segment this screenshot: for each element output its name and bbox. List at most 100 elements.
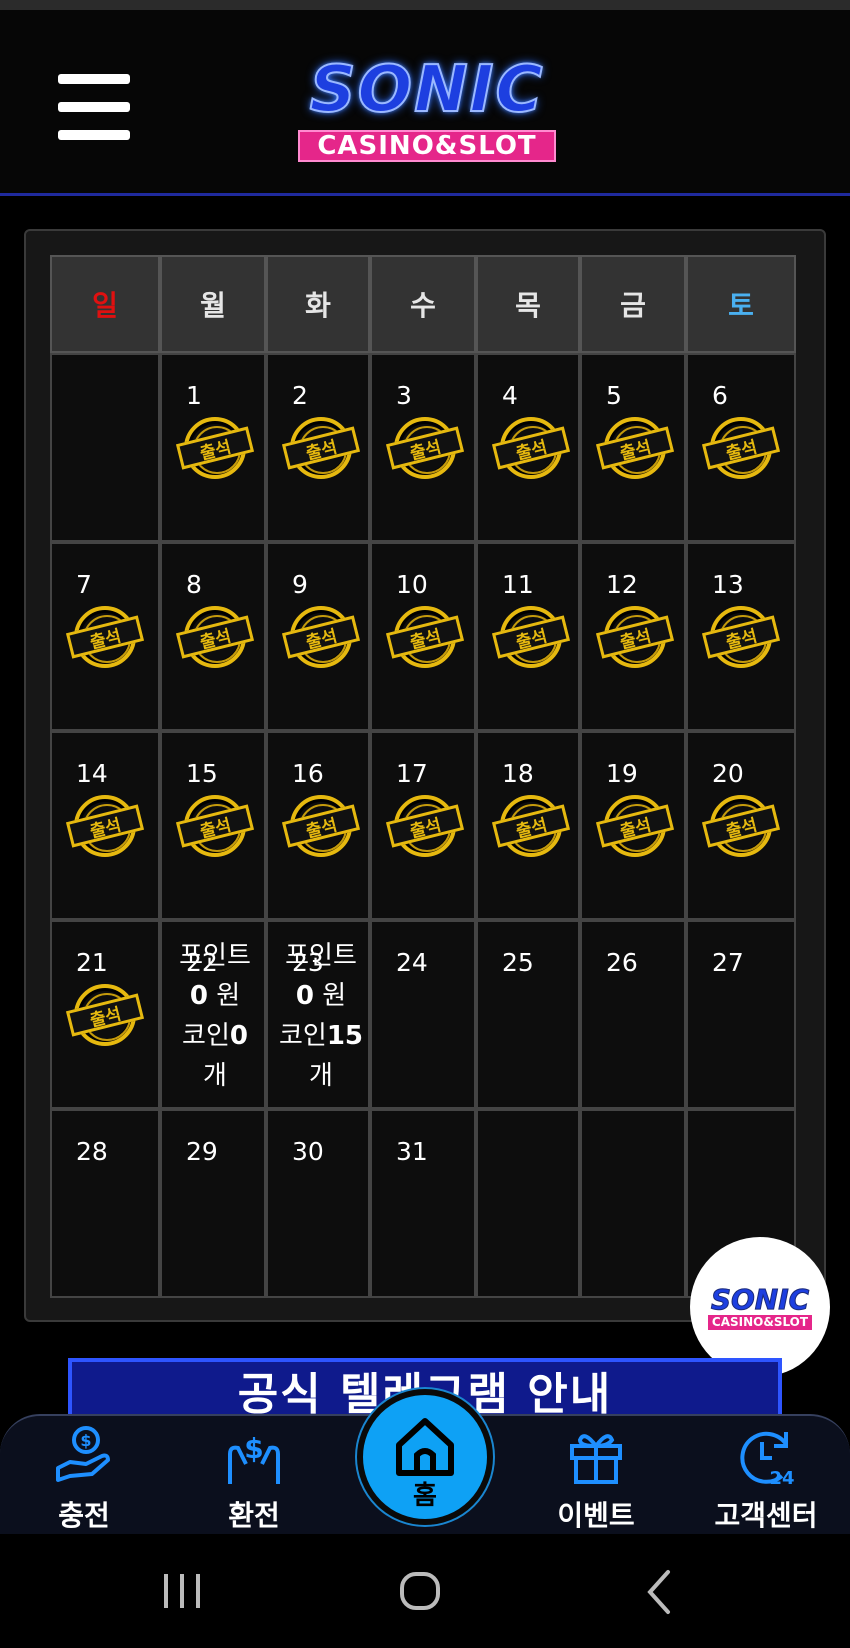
day-number: 19 (606, 759, 638, 788)
attendance-stamp-icon: 출석 (491, 606, 571, 668)
nav-deposit[interactable]: $ 충전 (14, 1416, 154, 1536)
weekday-header-row: 일월화수목금토 (50, 255, 800, 353)
attendance-stamp-icon: 출석 (595, 417, 675, 479)
points-unit: 원 (216, 981, 241, 1011)
attendance-stamp-icon: 출석 (595, 795, 675, 857)
calendar-day-1[interactable]: 1 출석 (160, 353, 266, 542)
nav-label: 이벤트 (557, 1499, 635, 1532)
calendar-day-19[interactable]: 19 출석 (580, 731, 686, 920)
calendar-day-4[interactable]: 4 출석 (476, 353, 580, 542)
calendar-day-16[interactable]: 16 출석 (266, 731, 370, 920)
points-value: 0 원 (170, 976, 260, 1016)
calendar-day-29[interactable]: 29 (160, 1109, 266, 1298)
day-number: 31 (396, 1137, 428, 1166)
calendar-day-9[interactable]: 9 출석 (266, 542, 370, 731)
calendar-day-14[interactable]: 14 출석 (50, 731, 160, 920)
points-unit: 원 (322, 981, 347, 1011)
calendar-week-row: 7 출석 8 출석 9 출석 10 출석 11 출석 12 출석 13 출석 (50, 542, 800, 731)
calendar-day-7[interactable]: 7 출석 (50, 542, 160, 731)
day-number: 5 (606, 381, 622, 410)
day-number: 20 (712, 759, 744, 788)
system-navigation-bar (0, 1534, 850, 1648)
calendar-day-22[interactable]: 포인트 0 원 코인0 개 22 (160, 920, 266, 1109)
calendar-day-21[interactable]: 21 출석 (50, 920, 160, 1109)
day-number: 29 (186, 1137, 218, 1166)
calendar-day-6[interactable]: 6 출석 (686, 353, 796, 542)
day-number: 17 (396, 759, 428, 788)
recent-apps-icon[interactable] (160, 1564, 206, 1620)
calendar-day-23[interactable]: 포인트 0 원 코인15 개 23 (266, 920, 370, 1109)
svg-text:$: $ (244, 1432, 263, 1465)
calendar-day-8[interactable]: 8 출석 (160, 542, 266, 731)
calendar-day-13[interactable]: 13 출석 (686, 542, 796, 731)
calendar-day-5[interactable]: 5 출석 (580, 353, 686, 542)
attendance-calendar: 일월화수목금토 1 출석 2 출석 3 출석 4 출석 5 출석 6 출석 7 출석 8 출석 9 출석 10 출석 1… (50, 255, 800, 1298)
calendar-day-12[interactable]: 12 출석 (580, 542, 686, 731)
calendar-day-11[interactable]: 11 출석 (476, 542, 580, 731)
coins-amount: 0 (229, 1021, 248, 1051)
day-number: 30 (292, 1137, 324, 1166)
attendance-stamp-icon: 출석 (65, 606, 145, 668)
deposit-hand-icon: $ (56, 1426, 110, 1482)
day-number: 6 (712, 381, 728, 410)
logo-subtitle: CASINO&SLOT (298, 130, 556, 162)
calendar-day-empty (50, 353, 160, 542)
attendance-stamp-icon: 출석 (491, 795, 571, 857)
attendance-stamp-icon: 출석 (175, 417, 255, 479)
calendar-day-24[interactable]: 24 (370, 920, 476, 1109)
points-amount: 0 (295, 981, 314, 1011)
attendance-stamp-icon: 출석 (281, 795, 361, 857)
calendar-week-row: 28 29 30 31 (50, 1109, 800, 1298)
nav-exchange[interactable]: $ 환전 (184, 1416, 324, 1536)
day-number: 15 (186, 759, 218, 788)
floating-logo-button[interactable]: SONIC CASINO&SLOT (690, 1237, 830, 1377)
back-icon[interactable] (640, 1564, 680, 1620)
site-logo[interactable]: SONIC CASINO&SLOT (272, 50, 582, 170)
calendar-day-10[interactable]: 10 출석 (370, 542, 476, 731)
calendar-day-26[interactable]: 26 (580, 920, 686, 1109)
calendar-day-2[interactable]: 2 출석 (266, 353, 370, 542)
floating-logo-subtitle: CASINO&SLOT (707, 1314, 813, 1330)
calendar-day-27[interactable]: 27 (686, 920, 796, 1109)
hamburger-menu-icon[interactable] (58, 74, 130, 140)
day-number: 27 (712, 948, 744, 977)
day-number: 2 (292, 381, 308, 410)
attendance-stamp-icon: 출석 (701, 606, 781, 668)
gift-icon (570, 1434, 622, 1484)
calendar-day-18[interactable]: 18 출석 (476, 731, 580, 920)
calendar-day-28[interactable]: 28 (50, 1109, 160, 1298)
nav-support[interactable]: 24 고객센터 (696, 1416, 836, 1536)
calendar-day-30[interactable]: 30 (266, 1109, 370, 1298)
attendance-stamp-icon: 출석 (595, 606, 675, 668)
day-number: 8 (186, 570, 202, 599)
attendance-stamp-icon: 출석 (65, 984, 145, 1046)
status-bar-strip (0, 0, 850, 10)
coins-value: 코인0 (170, 1016, 260, 1056)
calendar-day-3[interactable]: 3 출석 (370, 353, 476, 542)
attendance-stamp-icon: 출석 (701, 417, 781, 479)
day-number: 13 (712, 570, 744, 599)
day-number: 18 (502, 759, 534, 788)
calendar-day-20[interactable]: 20 출석 (686, 731, 796, 920)
calendar-day-15[interactable]: 15 출석 (160, 731, 266, 920)
nav-home[interactable]: 홈 (357, 1389, 493, 1525)
weekday-header: 월 (160, 255, 266, 353)
nav-event[interactable]: 이벤트 (526, 1416, 666, 1536)
floating-logo-title: SONIC (710, 1282, 810, 1316)
attendance-stamp-icon: 출석 (385, 795, 465, 857)
weekday-header: 일 (50, 255, 160, 353)
home-system-icon[interactable] (396, 1564, 446, 1620)
calendar-day-31[interactable]: 31 (370, 1109, 476, 1298)
header: SONIC CASINO&SLOT (0, 10, 850, 196)
calendar-week-row: 1 출석 2 출석 3 출석 4 출석 5 출석 6 출석 (50, 353, 800, 542)
calendar-week-row: 14 출석 15 출석 16 출석 17 출석 18 출석 19 출석 20 출석 (50, 731, 800, 920)
calendar-day-empty (476, 1109, 580, 1298)
attendance-stamp-icon: 출석 (175, 795, 255, 857)
attendance-stamp-icon: 출석 (175, 606, 255, 668)
points-amount: 0 (189, 981, 208, 1011)
calendar-day-25[interactable]: 25 (476, 920, 580, 1109)
attendance-stamp-icon: 출석 (281, 606, 361, 668)
calendar-day-17[interactable]: 17 출석 (370, 731, 476, 920)
svg-text:24: 24 (769, 1468, 794, 1488)
calendar-day-empty (580, 1109, 686, 1298)
